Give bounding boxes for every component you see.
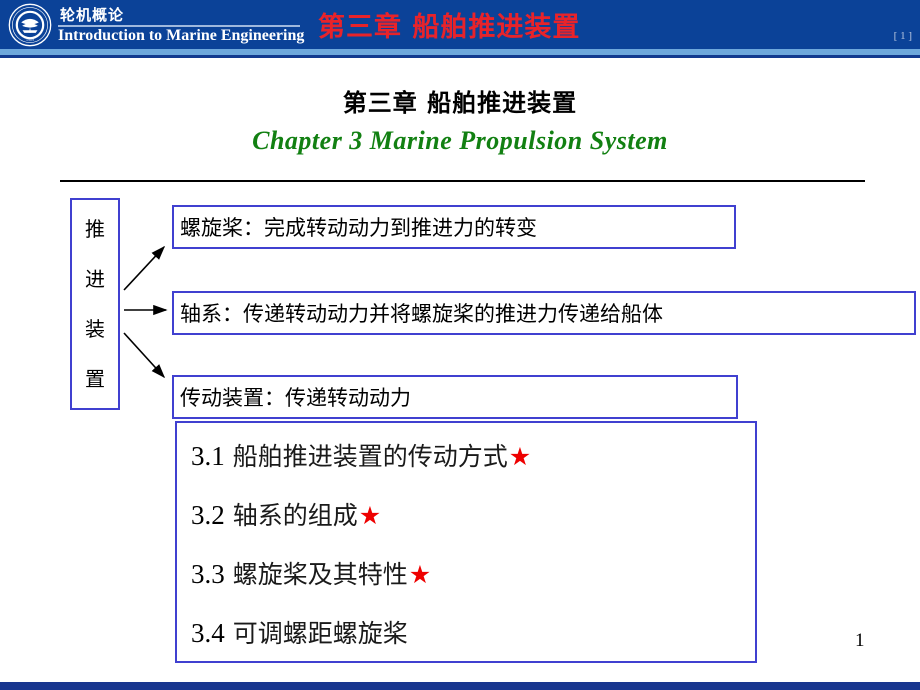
star-icon: ★ bbox=[358, 501, 382, 530]
arrow-to-branch-2 bbox=[123, 332, 166, 379]
branch-label-1: 轴系：传递转动动力并将螺旋桨的推进力传递给船体 bbox=[180, 302, 663, 326]
star-icon: ★ bbox=[508, 442, 532, 471]
footer-bar bbox=[0, 682, 920, 690]
header-accent-strip-dark bbox=[0, 55, 920, 58]
agenda-label-1: 轴系的组成 bbox=[232, 501, 358, 530]
diagram-branch-box-transmission: 传动装置：传递转动动力 bbox=[172, 375, 738, 419]
agenda-item-3-3[interactable]: 3.3 螺旋桨及其特性 ★ bbox=[191, 545, 755, 604]
diagram-branch-box-shafting: 轴系：传递转动动力并将螺旋桨的推进力传递给船体 bbox=[172, 291, 916, 335]
diagram-branch-box-propeller: 螺旋桨：完成转动动力到推进力的转变 bbox=[172, 205, 736, 249]
agenda-number-1: 3.2 bbox=[191, 500, 225, 530]
root-char-2: 装 bbox=[85, 317, 105, 341]
star-icon: ★ bbox=[408, 560, 432, 589]
agenda-number-0: 3.1 bbox=[191, 441, 225, 471]
brand-title-en: Introduction to Marine Engineering bbox=[58, 27, 305, 44]
agenda-item-3-4[interactable]: 3.4 可调螺距螺旋桨 bbox=[191, 604, 755, 663]
branch-label-0: 螺旋桨：完成转动动力到推进力的转变 bbox=[180, 216, 537, 240]
diagram-root-box: 推 进 装 置 bbox=[70, 198, 120, 410]
agenda-label-0: 船舶推进装置的传动方式 bbox=[232, 442, 508, 471]
arrow-to-branch-0 bbox=[123, 245, 166, 291]
university-seal-icon: 1909 bbox=[8, 3, 52, 47]
header-chapter-title: 第三章 船舶推进装置 bbox=[318, 12, 581, 43]
agenda-item-3-1[interactable]: 3.1 船舶推进装置的传动方式 ★ bbox=[191, 427, 755, 486]
root-char-0: 推 bbox=[85, 217, 105, 241]
page-number: 1 bbox=[855, 630, 865, 651]
title-divider bbox=[60, 180, 865, 182]
agenda-number-2: 3.3 bbox=[191, 559, 225, 589]
page-title-cn: 第三章 船舶推进装置 bbox=[342, 89, 578, 117]
brand-title-cn: 轮机概论 bbox=[60, 6, 125, 24]
agenda-label-2: 螺旋桨及其特性 bbox=[232, 560, 408, 589]
root-char-1: 进 bbox=[85, 267, 105, 291]
root-char-3: 置 bbox=[85, 367, 105, 391]
header-index-marker: [ 1 ] bbox=[893, 30, 912, 42]
agenda-number-3: 3.4 bbox=[191, 618, 225, 648]
svg-text:1909: 1909 bbox=[26, 37, 34, 42]
branch-label-2: 传动装置：传递转动动力 bbox=[180, 386, 411, 410]
agenda-label-3: 可调螺距螺旋桨 bbox=[232, 619, 408, 648]
agenda-item-3-2[interactable]: 3.2 轴系的组成 ★ bbox=[191, 486, 755, 545]
page-title-en: Chapter 3 Marine Propulsion System bbox=[252, 126, 668, 155]
agenda-box: 3.1 船舶推进装置的传动方式 ★ 3.2 轴系的组成 ★ 3.3 螺旋桨及其特… bbox=[175, 421, 757, 663]
